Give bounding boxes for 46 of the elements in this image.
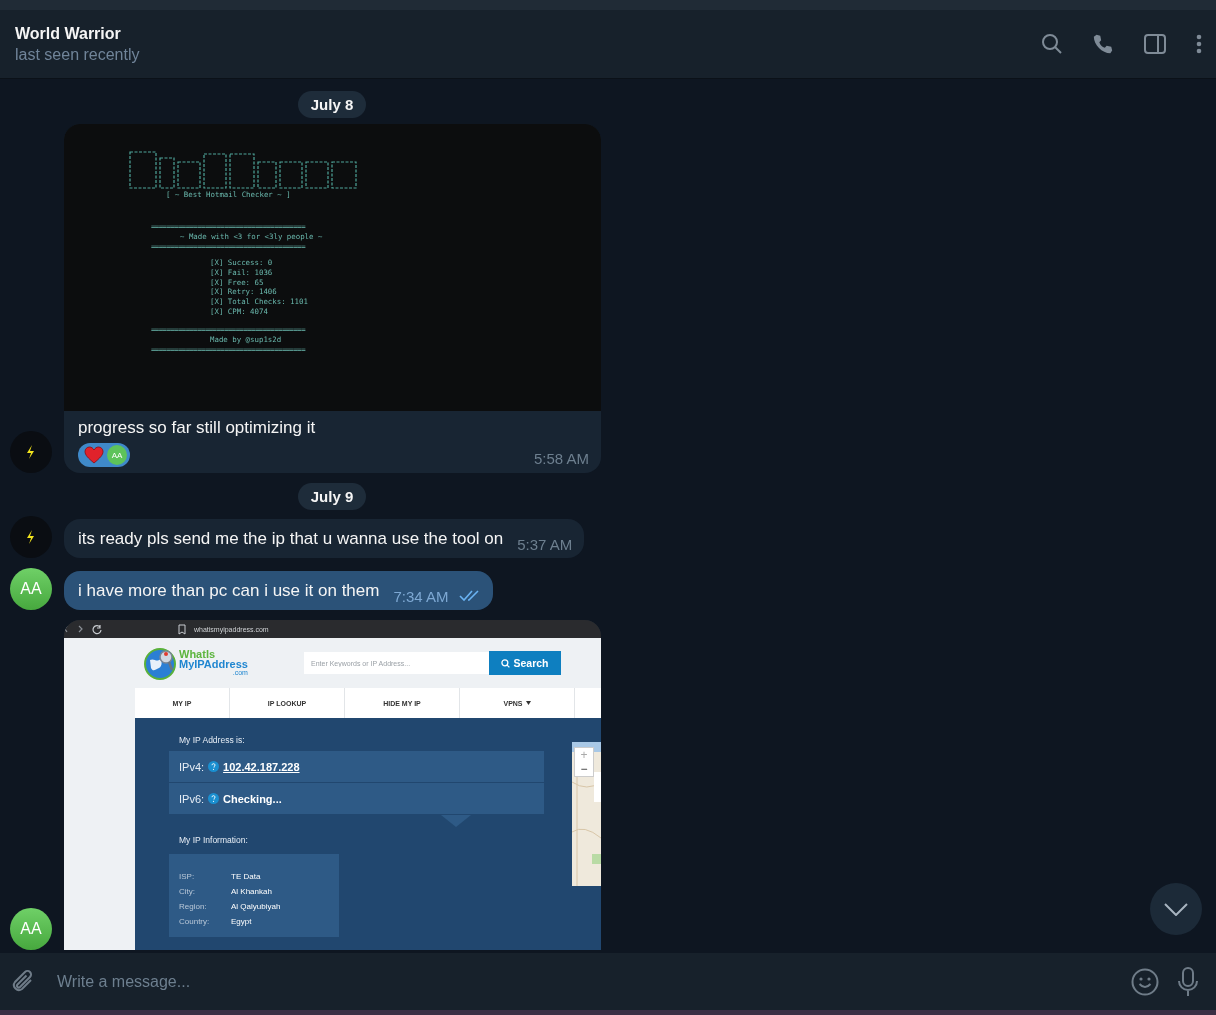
ipv4-address-link[interactable]: 102.42.187.228 bbox=[223, 760, 300, 773]
info-value: Al Qalyubiyah bbox=[231, 901, 281, 913]
help-icon[interactable] bbox=[208, 761, 220, 772]
message-input[interactable]: Write a message... bbox=[55, 971, 1073, 992]
bookmark-icon bbox=[178, 623, 186, 635]
help-icon[interactable] bbox=[208, 793, 220, 804]
chat-title: World Warrior bbox=[15, 24, 122, 43]
ipv6-label: IPv6: bbox=[179, 792, 205, 805]
info-value: Al Khankah bbox=[231, 886, 272, 898]
heart-icon bbox=[84, 446, 104, 464]
date-badge: July 8 bbox=[297, 91, 367, 118]
phone-icon[interactable] bbox=[1092, 33, 1114, 55]
message-time: 5:58 AM bbox=[533, 450, 589, 467]
ip-address-heading: My IP Address is: bbox=[179, 735, 246, 745]
sidebar-toggle-icon[interactable] bbox=[1143, 33, 1167, 55]
message-time: 7:34 AM bbox=[393, 588, 449, 605]
ip-info-heading: My IP Information: bbox=[179, 835, 249, 845]
info-value: Egypt bbox=[231, 916, 252, 928]
info-value: TE Data bbox=[231, 871, 261, 883]
caret-icon bbox=[525, 701, 531, 705]
message-time: 5:37 AM bbox=[517, 536, 573, 553]
reaction-avatar: AA bbox=[107, 445, 127, 465]
info-label: Country: bbox=[179, 916, 211, 928]
browser-nav-icon bbox=[64, 623, 104, 635]
date-badge: July 9 bbox=[297, 483, 367, 510]
more-options-icon[interactable] bbox=[1196, 33, 1202, 55]
message-text: i have more than pc can i use it on them bbox=[78, 581, 380, 601]
zoom-out-button[interactable]: − bbox=[580, 762, 588, 776]
info-label: Region: bbox=[179, 901, 208, 913]
chevron-down-icon bbox=[1164, 902, 1188, 916]
search-icon bbox=[501, 658, 511, 668]
message-text: its ready pls send me the ip that u wanna use the tool on bbox=[78, 529, 504, 549]
globe-logo-icon bbox=[144, 646, 178, 680]
message-text: progress so far still optimizing it bbox=[78, 418, 317, 438]
search-button[interactable]: Search bbox=[489, 651, 561, 675]
scroll-down-button[interactable] bbox=[1150, 883, 1202, 935]
ipv4-label: IPv4: bbox=[179, 760, 205, 773]
info-label: ISP: bbox=[179, 871, 196, 883]
microphone-icon[interactable] bbox=[1177, 966, 1199, 997]
emoji-icon[interactable] bbox=[1131, 967, 1159, 996]
logo-text: WhatIs bbox=[179, 649, 217, 660]
last-seen-status: last seen recently bbox=[15, 45, 140, 64]
search-icon[interactable] bbox=[1041, 33, 1063, 55]
info-label: City: bbox=[179, 886, 196, 898]
ipv6-status: Checking... bbox=[223, 792, 282, 805]
logo-text: MyIPAddress bbox=[179, 659, 248, 670]
